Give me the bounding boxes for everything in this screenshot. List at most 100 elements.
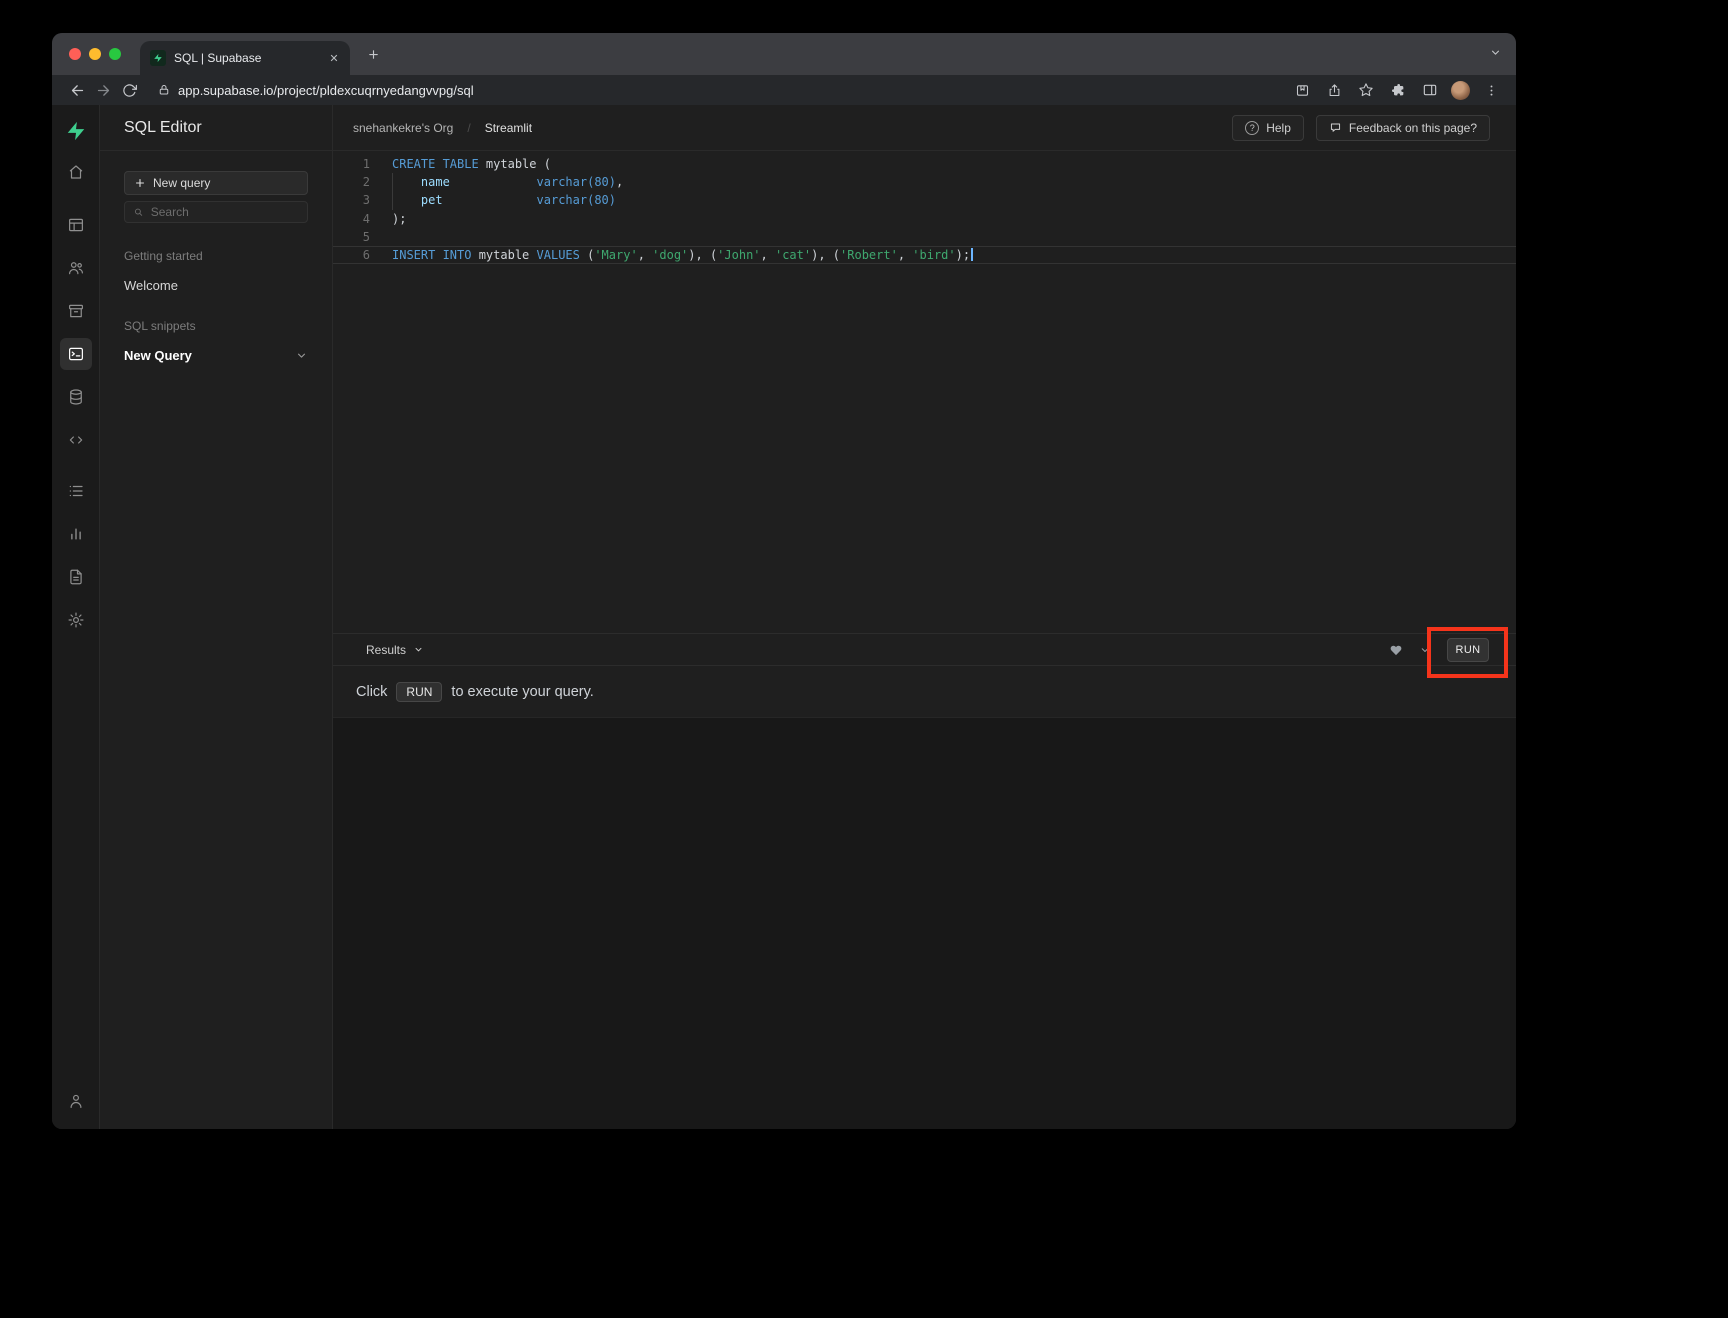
browser-toolbar: app.supabase.io/project/pldexcuqrnyedang… [52,75,1516,105]
table-editor-icon[interactable] [60,209,92,241]
sidebar-item-new-query-label: New Query [124,348,192,363]
new-query-button[interactable]: New query [124,171,308,195]
code-lines: 1CREATE TABLE mytable (2 name varchar(80… [333,155,1516,264]
sidebar-body: New query Getting started Welcome SQL sn… [100,151,332,363]
reports-chart-icon[interactable] [60,518,92,550]
run-kbd-badge: RUN [396,682,442,702]
message-suffix: to execute your query. [451,684,593,700]
code-line[interactable]: 5 [333,228,1516,246]
code-line[interactable]: 2 name varchar(80), [333,173,1516,191]
line-number: 1 [333,155,370,173]
share-icon[interactable] [1321,78,1347,102]
bookmark-star-icon[interactable] [1353,78,1379,102]
auth-users-icon[interactable] [60,252,92,284]
settings-gear-icon[interactable] [60,604,92,636]
code-line[interactable]: 1CREATE TABLE mytable ( [333,155,1516,173]
empty-state-message: Click RUN to execute your query. [333,666,1516,718]
reading-list-icon[interactable] [1289,78,1315,102]
indent-guide [392,173,393,210]
new-query-button-label: New query [153,176,210,190]
traffic-lights [69,48,121,60]
side-panel-icon[interactable] [1417,78,1443,102]
lock-icon[interactable] [158,84,170,96]
code-line[interactable]: 6INSERT INTO mytable VALUES ('Mary', 'do… [333,246,1516,264]
docs-file-icon[interactable] [60,561,92,593]
line-number: 3 [333,191,370,209]
text-caret [971,248,973,261]
search-field [124,201,308,223]
toolbar-actions [1289,78,1504,102]
chevron-down-icon[interactable] [295,349,308,362]
results-empty-area [333,718,1516,1129]
favorite-heart-icon[interactable] [1389,643,1403,657]
section-getting-started: Getting started [124,249,308,263]
help-button-label: Help [1266,121,1291,135]
address-bar[interactable]: app.supabase.io/project/pldexcuqrnyedang… [158,83,1289,98]
api-code-icon[interactable] [60,424,92,456]
results-label: Results [366,643,406,657]
reload-icon[interactable] [116,78,142,102]
breadcrumb-separator: / [467,121,470,135]
line-number: 5 [333,228,370,246]
plus-icon [134,177,146,189]
breadcrumb-header: snehankekre's Org / Streamlit ? Help Fee… [333,105,1516,151]
toolbar-right: RUN [1389,638,1489,662]
feedback-button-label: Feedback on this page? [1349,121,1477,135]
logs-list-icon[interactable] [60,475,92,507]
desktop: { "colors": { "accent_green": "#3ecf8e",… [0,0,1728,1318]
sidebar-header: SQL Editor [100,105,332,151]
nav-rail [52,105,100,1129]
browser-window: SQL | Supabase ✕ app.supabase.io/project… [52,33,1516,1129]
sidebar-item-new-query[interactable]: New Query [124,348,308,363]
main-content: snehankekre's Org / Streamlit ? Help Fee… [333,105,1516,1129]
line-number: 2 [333,173,370,191]
chat-bubble-icon [1329,121,1342,134]
feedback-button[interactable]: Feedback on this page? [1316,115,1490,141]
results-toolbar: Results RUN [333,633,1516,666]
supabase-logo-icon[interactable] [60,115,92,147]
sql-editor-sidebar: SQL Editor New query Getting started Wel… [100,105,333,1129]
new-tab-button[interactable] [360,41,386,67]
sidebar-item-welcome[interactable]: Welcome [124,278,308,293]
tab-search-chevron-icon[interactable] [1489,46,1502,59]
breadcrumb-project[interactable]: Streamlit [485,121,532,135]
home-icon[interactable] [60,156,92,188]
tab-close-icon[interactable]: ✕ [326,50,342,66]
help-question-icon: ? [1245,121,1259,135]
menu-kebab-icon[interactable] [1478,78,1504,102]
back-icon[interactable] [64,78,90,102]
line-number: 4 [333,210,370,228]
tab-title: SQL | Supabase [174,51,318,65]
profile-avatar[interactable] [1451,81,1470,100]
results-dropdown[interactable]: Results [366,643,424,657]
line-number: 6 [333,246,370,264]
section-sql-snippets: SQL snippets [124,319,308,333]
supabase-favicon-icon [150,50,166,66]
minimize-window-button[interactable] [89,48,101,60]
close-window-button[interactable] [69,48,81,60]
url-text[interactable]: app.supabase.io/project/pldexcuqrnyedang… [178,83,474,98]
sql-editor[interactable]: 1CREATE TABLE mytable (2 name varchar(80… [333,151,1516,633]
zoom-window-button[interactable] [109,48,121,60]
search-icon [133,206,144,218]
storage-icon[interactable] [60,295,92,327]
sql-editor-icon[interactable] [60,338,92,370]
supabase-app: SQL Editor New query Getting started Wel… [52,105,1516,1129]
code-line[interactable]: 3 pet varchar(80) [333,191,1516,209]
chevron-down-icon [413,644,424,655]
page-title: SQL Editor [124,119,202,137]
chevron-down-icon[interactable] [1419,644,1431,656]
browser-tab[interactable]: SQL | Supabase ✕ [140,41,350,75]
database-icon[interactable] [60,381,92,413]
header-actions: ? Help Feedback on this page? [1232,115,1490,141]
run-button[interactable]: RUN [1447,638,1489,662]
help-button[interactable]: ? Help [1232,115,1304,141]
code-line[interactable]: 4); [333,210,1516,228]
forward-icon[interactable] [90,78,116,102]
tab-strip: SQL | Supabase ✕ [52,33,1516,75]
breadcrumb-org[interactable]: snehankekre's Org [353,121,453,135]
search-input[interactable] [151,205,299,219]
message-prefix: Click [356,684,387,700]
extensions-puzzle-icon[interactable] [1385,78,1411,102]
account-user-icon[interactable] [60,1085,92,1117]
